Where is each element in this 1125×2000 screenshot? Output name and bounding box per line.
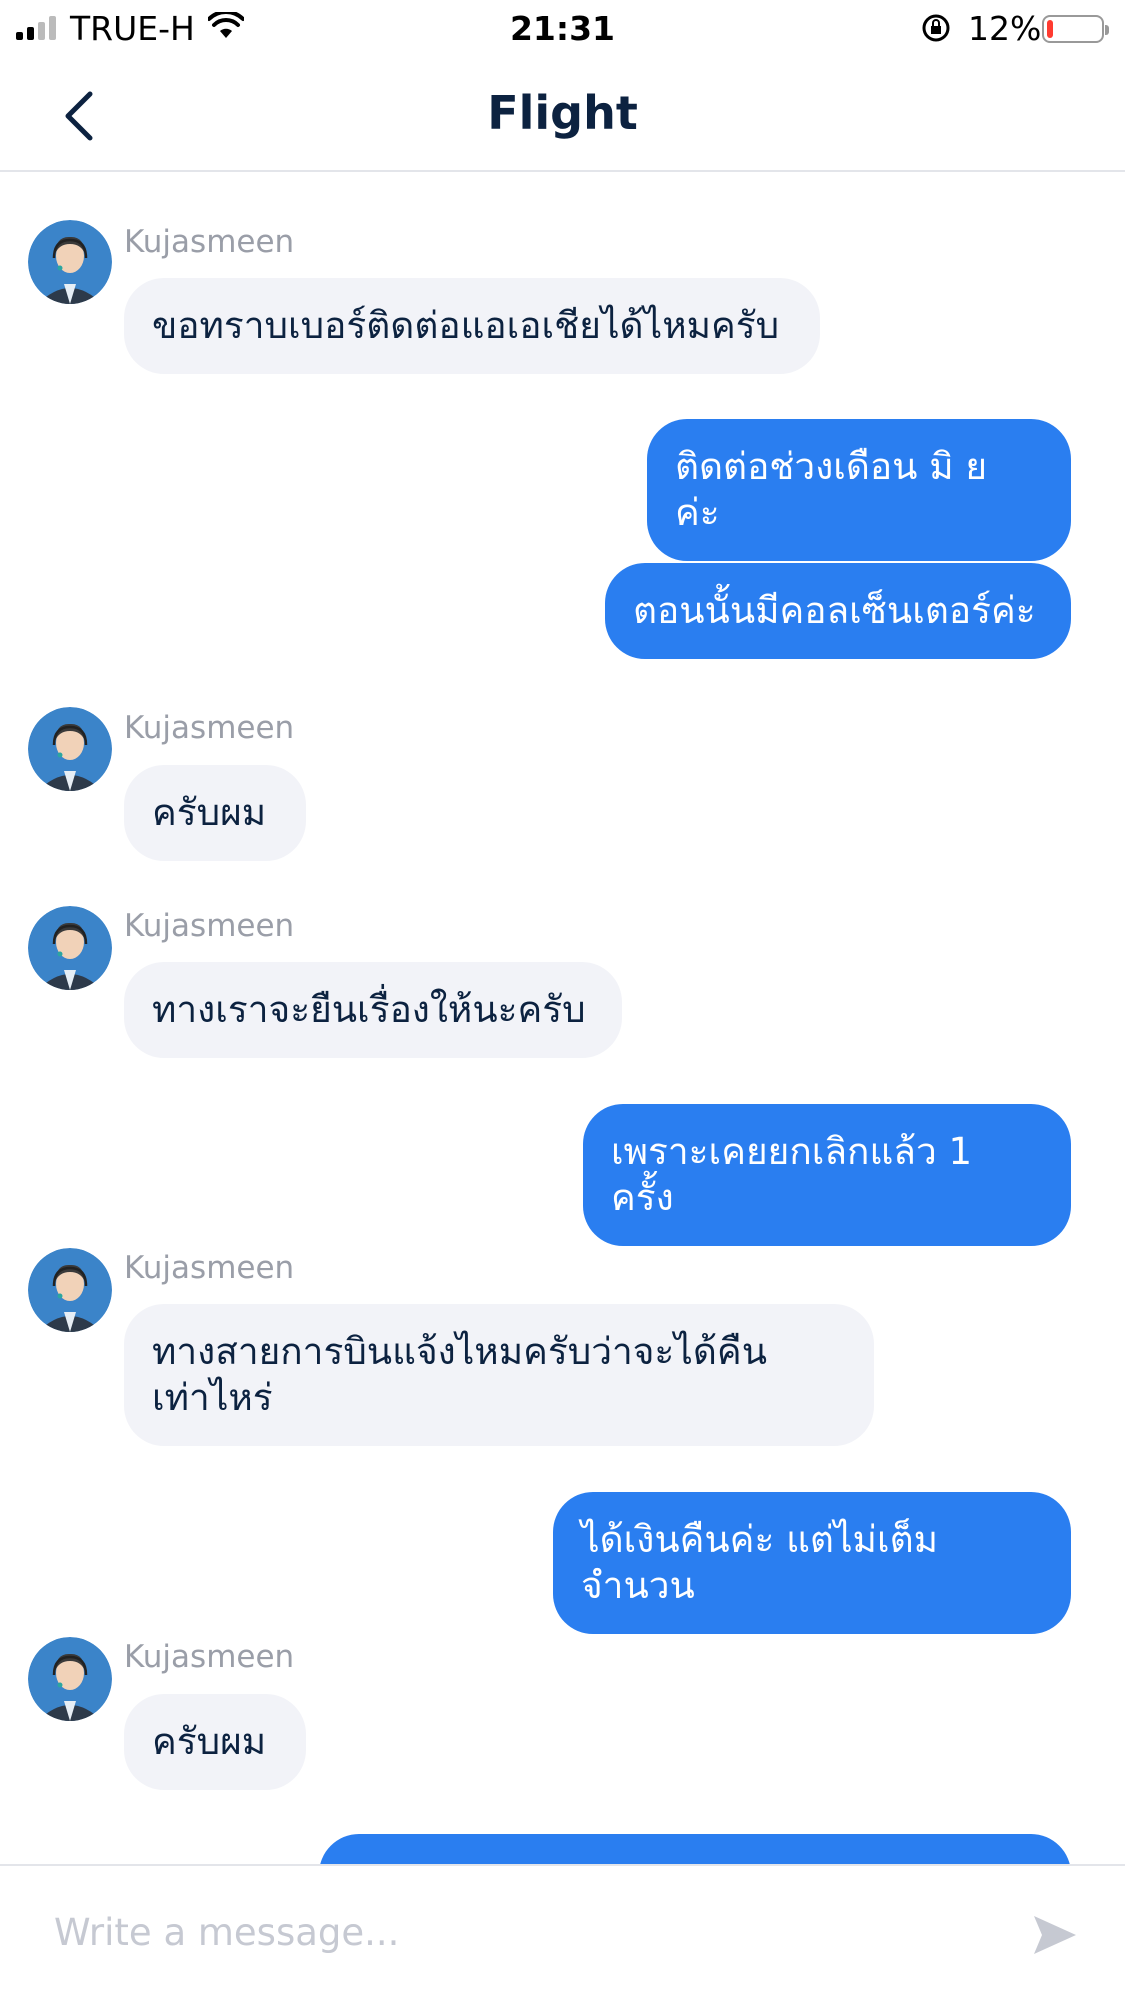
incoming-message[interactable]: ขอทราบเบอร์ติดต่อแอเอเชียได้ไหมครับ (124, 278, 820, 374)
outgoing-message-partial[interactable] (319, 1834, 1071, 1864)
battery-icon (1042, 15, 1109, 43)
agent-avatar (28, 1248, 112, 1332)
sender-name: Kujasmeen (124, 908, 295, 944)
navigation-bar: Flight (0, 58, 1125, 172)
outgoing-message[interactable]: ตอนนั้นมีคอลเซ็นเตอร์ค่ะ (605, 563, 1071, 659)
incoming-message[interactable]: ทางสายการบินแจ้งไหมครับว่าจะได้คืน เท่าไ… (124, 1304, 874, 1446)
outgoing-message[interactable]: ติดต่อช่วงเดือน มิ ย ค่ะ (647, 419, 1071, 561)
agent-avatar (28, 906, 112, 990)
sender-name: Kujasmeen (124, 1250, 295, 1286)
agent-avatar (28, 220, 112, 304)
send-button[interactable] (1030, 1910, 1080, 1960)
incoming-message[interactable]: ทางเราจะยืนเรื่องให้นะครับ (124, 962, 622, 1058)
message-input[interactable] (52, 1896, 976, 1968)
orientation-lock-icon (922, 14, 950, 42)
agent-avatar (28, 1637, 112, 1721)
status-time: 21:31 (509, 9, 616, 48)
status-bar: TRUE-H 21:31 12% (0, 0, 1125, 58)
page-title: Flight (487, 86, 638, 140)
message-composer (0, 1864, 1125, 2000)
agent-avatar (28, 707, 112, 791)
sender-name: Kujasmeen (124, 224, 295, 260)
sender-name: Kujasmeen (124, 1639, 295, 1675)
sender-name: Kujasmeen (124, 710, 295, 746)
incoming-message[interactable]: ครับผม (124, 765, 306, 861)
battery-percent: 12% (968, 9, 1042, 48)
chat-thread[interactable]: Kujasmeen ขอทราบเบอร์ติดต่อแอเอเชียได้ไห… (0, 172, 1125, 1864)
outgoing-message[interactable]: ได้เงินคืนค่ะ แต่ไม่เต็มจำนวน (553, 1492, 1071, 1634)
battery-level (1047, 20, 1053, 38)
send-icon (1034, 1916, 1076, 1954)
outgoing-message[interactable]: เพราะเคยยกเลิกแล้ว 1 ครั้ง (583, 1104, 1071, 1246)
incoming-message[interactable]: ครับผม (124, 1694, 306, 1790)
